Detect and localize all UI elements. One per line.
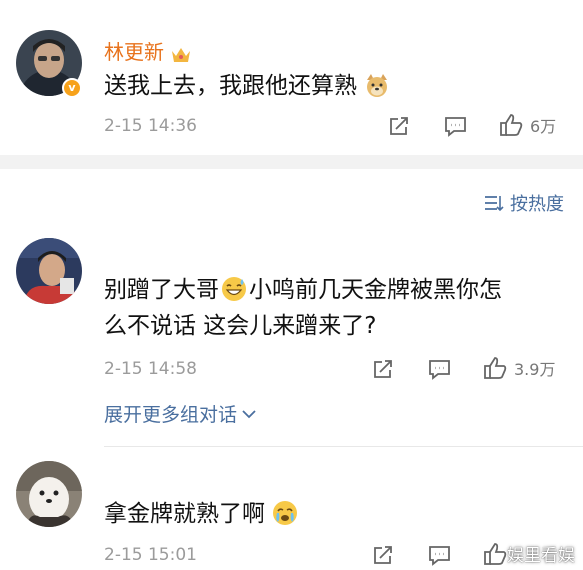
comment-text-part2: 小鸣前几天金牌被黑你怎 bbox=[249, 277, 502, 303]
comment-icon bbox=[429, 360, 450, 380]
crying-emoji-icon bbox=[273, 501, 298, 525]
share-icon bbox=[374, 546, 392, 564]
user-avatar-image bbox=[16, 461, 82, 527]
avatar[interactable] bbox=[16, 461, 82, 527]
comment-item: 别蹭了大哥 小鸣前几天金牌被黑你怎 么不说话 这会儿来蹭来了? 2-15 14:… bbox=[0, 230, 583, 445]
verified-badge-icon: v bbox=[62, 78, 82, 98]
comment-content: 别蹭了大哥 小鸣前几天金牌被黑你怎 么不说话 这会儿来蹭来了? bbox=[104, 272, 574, 344]
like-button[interactable]: 3.9万 bbox=[482, 355, 555, 381]
comment-text-part1: 别蹭了大哥 bbox=[104, 277, 219, 303]
comment-item: v 林更新 送我上去，我跟他还算熟 2-15 14:36 6万 bbox=[0, 0, 583, 158]
share-button[interactable] bbox=[387, 114, 411, 138]
username-text: 林更新 bbox=[104, 40, 164, 64]
comment-icon bbox=[445, 117, 466, 137]
crown-icon bbox=[172, 48, 191, 62]
share-icon bbox=[390, 117, 408, 135]
username[interactable]: 林更新 bbox=[104, 36, 192, 65]
sweat-smile-emoji-icon bbox=[222, 277, 246, 301]
comment-icon bbox=[429, 546, 450, 566]
sort-icon bbox=[485, 196, 504, 212]
comment-content: 送我上去，我跟他还算熟 bbox=[104, 68, 390, 104]
comment-time: 2-15 14:58 bbox=[104, 359, 197, 379]
thumbs-up-icon bbox=[500, 114, 523, 136]
user-avatar-image bbox=[16, 238, 82, 304]
section-divider bbox=[0, 155, 583, 169]
comment-divider bbox=[104, 446, 583, 447]
reply-button[interactable] bbox=[443, 114, 468, 138]
comment-text: 送我上去，我跟他还算熟 bbox=[104, 73, 357, 99]
doge-emoji-icon bbox=[367, 74, 388, 97]
comment-content: 拿金牌就熟了啊 bbox=[104, 496, 298, 532]
comment-time: 2-15 14:36 bbox=[104, 116, 197, 136]
chevron-down-icon bbox=[242, 409, 256, 418]
comment-text: 拿金牌就熟了啊 bbox=[104, 501, 265, 527]
comment-text-part3: 么不说话 这会儿来蹭来了? bbox=[104, 313, 377, 339]
like-count: 3.9万 bbox=[514, 360, 556, 379]
share-icon bbox=[374, 360, 392, 378]
thumbs-up-icon bbox=[484, 543, 507, 565]
comment-time: 2-15 15:01 bbox=[104, 545, 197, 565]
like-button[interactable] bbox=[482, 541, 508, 567]
expand-conversation-link[interactable]: 展开更多组对话 bbox=[104, 400, 257, 427]
like-button[interactable]: 6万 bbox=[498, 112, 556, 138]
sort-label: 按热度 bbox=[510, 194, 564, 215]
like-count: 6万 bbox=[530, 117, 557, 136]
avatar[interactable] bbox=[16, 238, 82, 304]
expand-label: 展开更多组对话 bbox=[104, 404, 238, 426]
share-button[interactable] bbox=[371, 357, 395, 381]
sort-by-hot-button[interactable]: 按热度 bbox=[484, 190, 564, 216]
comment-item: 拿金牌就熟了啊 2-15 15:01 bbox=[0, 456, 583, 570]
watermark: 娱里看娱 bbox=[507, 546, 575, 566]
reply-button[interactable] bbox=[427, 357, 452, 381]
share-button[interactable] bbox=[371, 543, 395, 567]
thumbs-up-icon bbox=[484, 357, 507, 379]
reply-button[interactable] bbox=[427, 543, 452, 567]
